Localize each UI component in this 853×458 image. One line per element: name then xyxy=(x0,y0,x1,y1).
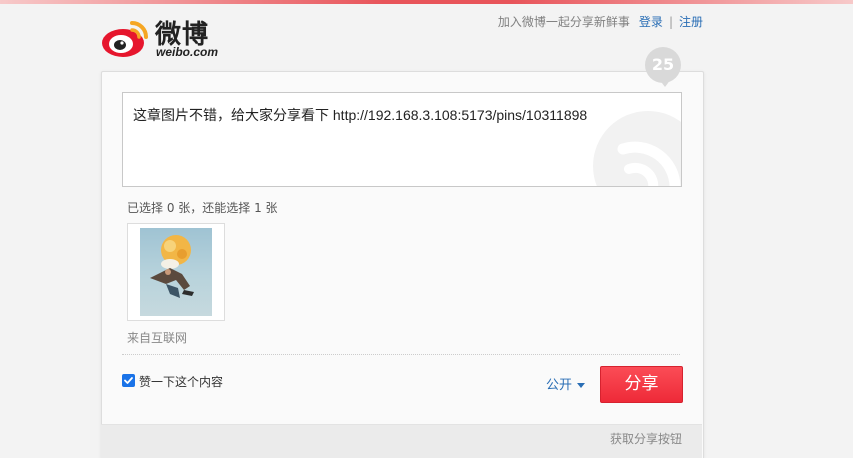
brand-domain: weibo.com xyxy=(156,45,219,59)
image-selection-info: 已选择 0 张，还能选择 1 张 xyxy=(127,201,278,215)
privacy-label: 公开 xyxy=(546,378,573,393)
image-thumbnail[interactable] xyxy=(127,223,225,321)
header-tagline: 加入微博一起分享新鲜事 xyxy=(497,15,630,29)
share-button[interactable]: 分享 xyxy=(600,366,683,403)
photo-illustration xyxy=(150,235,194,298)
image-source-label: 来自互联网 xyxy=(127,331,188,345)
weibo-eye-icon xyxy=(102,21,148,57)
top-accent-bar xyxy=(0,0,853,4)
thumbnail-photo xyxy=(140,228,212,316)
header-links: 加入微博一起分享新鲜事 登录 | 注册 xyxy=(498,13,703,30)
caret-down-icon xyxy=(577,383,586,388)
get-share-button-link[interactable]: 获取分享按钮 xyxy=(610,430,682,447)
char-counter-badge: 25 xyxy=(645,47,681,87)
register-link[interactable]: 注册 xyxy=(679,15,703,29)
like-checkbox[interactable] xyxy=(122,374,135,387)
header-separator: | xyxy=(668,15,673,29)
share-text-input[interactable]: 这章图片不错，给大家分享看下 http://192.168.3.108:5173… xyxy=(122,92,682,187)
weibo-watermark-icon xyxy=(593,111,681,186)
section-divider xyxy=(122,354,680,355)
privacy-dropdown[interactable]: 公开 xyxy=(546,374,586,393)
login-link[interactable]: 登录 xyxy=(639,15,663,29)
checkmark-icon xyxy=(124,377,133,384)
card-footer: 获取分享按钮 xyxy=(101,424,702,458)
share-text: 这章图片不错，给大家分享看下 http://192.168.3.108:5173… xyxy=(133,107,588,123)
like-checkbox-label[interactable]: 赞一下这个内容 xyxy=(139,373,223,390)
